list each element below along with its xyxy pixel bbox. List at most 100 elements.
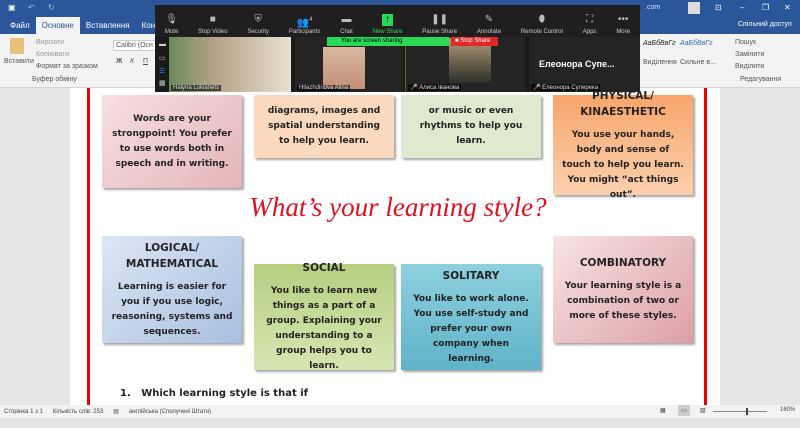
label: Apps — [582, 29, 597, 35]
proofing-icon[interactable]: ▤ — [113, 408, 119, 415]
paste-icon[interactable] — [10, 38, 24, 54]
label: Remote Control — [520, 29, 563, 35]
gallery-view-icon[interactable]: ▦ — [159, 79, 166, 87]
label: More — [616, 29, 630, 35]
pause-share-button[interactable]: ❚❚ Pause Share — [422, 14, 457, 35]
card-body: You use your hands, body and sense of to… — [562, 129, 684, 200]
card-body: Words are your strongpoint! You prefer t… — [112, 113, 232, 169]
save-icon[interactable]: ▣ — [8, 3, 16, 12]
print-layout-icon[interactable]: ▭ — [678, 405, 690, 416]
style-intense[interactable]: АаБбВвГг — [680, 40, 713, 47]
label: Stop Video — [198, 29, 228, 35]
share-button[interactable]: Спільний доступ — [738, 21, 792, 28]
pencil-icon: ✎ — [484, 14, 494, 25]
close-icon[interactable]: ✕ — [784, 3, 791, 12]
muted-icon: 🎤̸ — [533, 85, 543, 91]
clipboard-group-label: Буфер обміну — [32, 76, 77, 83]
replace-button[interactable]: Замінити — [735, 51, 764, 58]
participant-photo — [323, 47, 365, 89]
label: New Share — [372, 29, 403, 35]
minimize-video-icon[interactable]: ▬ — [159, 41, 166, 48]
more-button[interactable]: ••• More — [616, 14, 630, 35]
mute-button[interactable]: 🎙 Mute — [165, 14, 178, 35]
card-heading: LOGICAL/ MATHEMATICAL — [125, 241, 219, 270]
participant-name: 🎤̸ Елеонора Сулерека — [531, 84, 601, 91]
shield-icon: ⛨ — [254, 14, 262, 25]
ribbon-display-icon[interactable]: ⊡ — [715, 3, 722, 12]
more-icon: ••• — [617, 14, 629, 25]
mouse-icon: ⬮ — [538, 14, 545, 25]
participants-button[interactable]: 👥4 Participants — [289, 14, 320, 35]
copy-button[interactable]: Копіювати — [36, 51, 69, 58]
label: Participants — [288, 29, 321, 35]
page-border-right — [704, 88, 707, 418]
label: Stop Share — [460, 38, 491, 44]
annotate-button[interactable]: ✎ Annotate — [477, 14, 501, 35]
avatar[interactable] — [688, 2, 700, 14]
find-button[interactable]: Пошук — [735, 39, 756, 46]
card-heading: PHYSICAL/ KINAESTHETIC — [580, 89, 666, 118]
underline-button[interactable]: П — [143, 58, 148, 65]
video-tile[interactable]: Halyna Lukianets — [169, 37, 291, 92]
security-button[interactable]: ⛨ Security — [247, 14, 269, 35]
minimize-icon[interactable]: – — [740, 3, 744, 12]
label: Mute — [164, 29, 179, 35]
select-button[interactable]: Виділити — [735, 63, 764, 70]
paste-button[interactable]: Вставити — [4, 58, 34, 65]
zoom-toolbar: 🎙 Mute ■ Stop Video ⛨ Security 👥4 Participan… — [155, 5, 640, 37]
question-1: 1. Which learning style is that if — [120, 388, 308, 399]
zoom-slider-thumb[interactable] — [746, 408, 748, 415]
microphone-icon: 🎙 — [165, 14, 178, 25]
participant-name: Hliazhdinova Alina — [297, 85, 351, 91]
status-bar: Сторінка 1 з 1 Кількість слів: 253 ▤ анг… — [0, 405, 800, 418]
card-body: You like to learn new things as a part o… — [266, 286, 382, 371]
speaker-view-icon[interactable]: ▭ — [159, 54, 166, 62]
muted-icon: 🎤̸ — [410, 85, 420, 91]
cut-button[interactable]: Вирізати — [36, 39, 64, 46]
participant-name: Halyna Lukianets — [171, 85, 222, 91]
label: Annotate — [476, 29, 501, 35]
name-text: Алиса Іванова — [419, 85, 460, 91]
maximize-icon[interactable]: ❐ — [762, 3, 769, 12]
card-verbal: Words are your strongpoint! You prefer t… — [102, 95, 242, 188]
font-name-field[interactable]: Calibri (Осн — [113, 40, 158, 51]
card-body: or music or even rhythms to help you lea… — [419, 106, 523, 146]
stop-video-button[interactable]: ■ Stop Video — [198, 14, 227, 35]
read-mode-icon[interactable]: ▦ — [660, 407, 666, 414]
style-emphasis-label: Виділення — [643, 59, 677, 66]
label: Security — [247, 29, 269, 35]
page-count[interactable]: Сторінка 1 з 1 — [4, 409, 43, 415]
account-email: .com — [645, 4, 661, 11]
style-emphasis[interactable]: АаБбВвГг — [643, 40, 676, 47]
bold-button[interactable]: Ж — [116, 58, 122, 65]
format-painter-button[interactable]: Формат за зразком — [36, 63, 98, 70]
tab-home[interactable]: Основне — [35, 17, 80, 34]
language[interactable]: англійська (Сполучені Штати) — [129, 409, 211, 415]
pause-icon: ❚❚ — [431, 14, 449, 25]
chat-icon: ▬ — [341, 14, 352, 25]
active-speaker-name: Елеонора Супе... — [539, 59, 615, 69]
new-share-button[interactable]: ↑ New Share — [372, 14, 403, 35]
chat-button[interactable]: ▬ Chat — [340, 14, 353, 35]
zoom-slider[interactable] — [713, 411, 767, 412]
remote-control-button[interactable]: ⬮ Remote Control — [521, 14, 563, 35]
tab-insert[interactable]: Вставлення — [80, 17, 136, 34]
sharing-banner: You are screen sharing — [327, 37, 449, 46]
label: Chat — [340, 29, 353, 35]
strip-view-icon[interactable]: ☰ — [159, 67, 165, 75]
apps-button[interactable]: ⛶ Apps — [583, 14, 597, 35]
redo-icon[interactable]: ↻ — [48, 3, 55, 12]
zoom-level[interactable]: 160% — [780, 407, 795, 413]
card-body: diagrams, images and spatial understandi… — [267, 106, 381, 146]
italic-button[interactable]: К — [130, 58, 134, 65]
word-count[interactable]: Кількість слів: 253 — [53, 409, 103, 415]
undo-icon[interactable]: ↶ — [28, 3, 35, 12]
tab-file[interactable]: Файл — [4, 17, 36, 34]
stop-share-button[interactable]: ■ Stop Share — [451, 37, 498, 46]
card-body: You like to work alone. You use self-stu… — [413, 293, 529, 364]
name-text: Елеонора Сулерека — [542, 85, 599, 91]
video-tile-active[interactable]: Елеонора Супе... 🎤̸ Елеонора Сулерека — [529, 37, 640, 92]
web-layout-icon[interactable]: ▧ — [700, 407, 706, 414]
share-arrow-icon: ↑ — [382, 14, 394, 26]
page-border-left — [87, 88, 90, 418]
